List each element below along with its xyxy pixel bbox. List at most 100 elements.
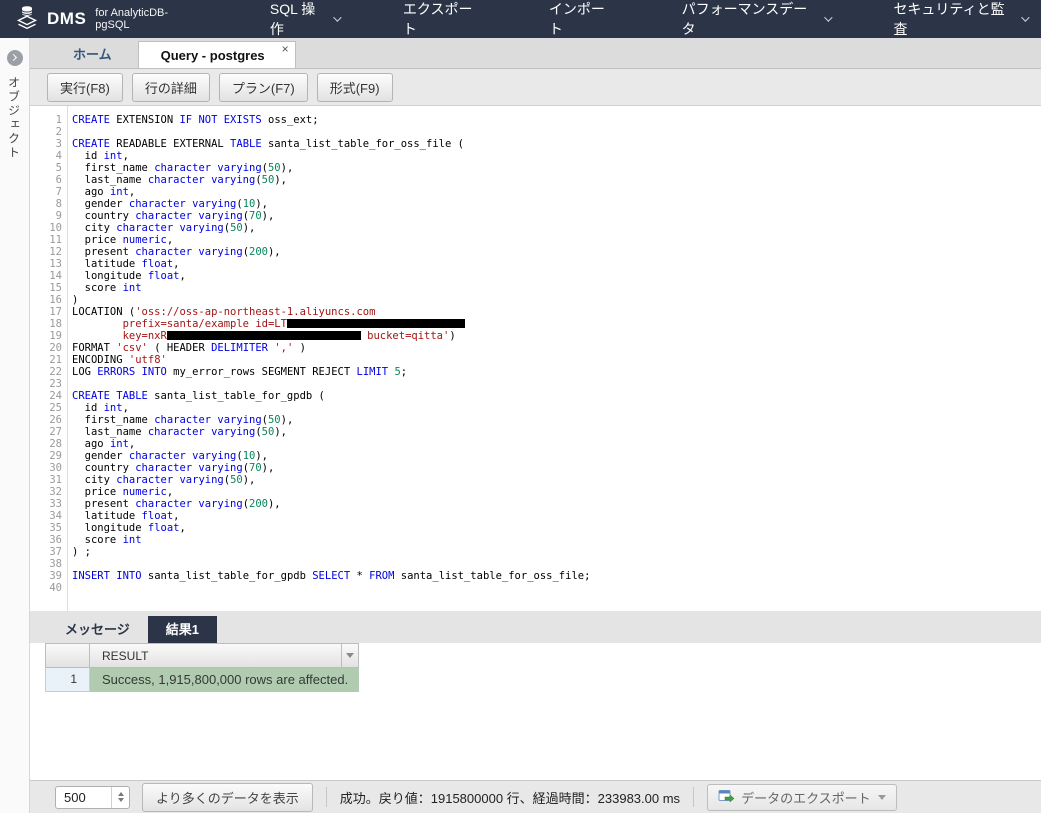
tab-home[interactable]: ホーム: [47, 41, 138, 68]
code-lines[interactable]: CREATE EXTENSION IF NOT EXISTS oss_ext; …: [72, 106, 1041, 611]
brand: DMS for AnalyticDB-pgSQL: [14, 4, 200, 35]
line-number: 40: [49, 582, 62, 594]
line-number: 22: [49, 366, 62, 378]
line-number: 33: [49, 498, 62, 510]
line-number: 28: [49, 438, 62, 450]
chevron-right-icon: [9, 53, 17, 62]
tab-messages[interactable]: メッセージ: [47, 616, 148, 643]
line-number: 25: [49, 402, 62, 414]
row-number-cell: 1: [45, 668, 90, 692]
line-number: 30: [49, 462, 62, 474]
code-line: longitude float,: [72, 522, 186, 534]
line-number: 19: [49, 330, 62, 342]
stepper-down-icon: [117, 798, 124, 802]
line-number: 24: [49, 390, 62, 402]
divider: [325, 787, 327, 807]
code-line: ago int,: [72, 186, 136, 198]
table-row[interactable]: 1 Success, 1,915,800,000 rows are affect…: [45, 668, 1041, 692]
code-line: ENCODING 'utf8': [72, 354, 167, 366]
results-grid-header: RESULT: [45, 643, 1041, 668]
line-number: 21: [49, 354, 62, 366]
results-empty-area: [30, 692, 1041, 780]
line-number: 37: [49, 546, 62, 558]
nav-item-performance-data[interactable]: パフォーマンスデータ: [682, 0, 833, 39]
line-number: 12: [49, 246, 62, 258]
result-column-header[interactable]: RESULT: [90, 643, 342, 668]
result-cell[interactable]: Success, 1,915,800,000 rows are affected…: [90, 668, 359, 692]
export-data-button[interactable]: データのエクスポート: [707, 783, 897, 811]
line-number: 15: [49, 282, 62, 294]
line-number: 29: [49, 450, 62, 462]
nav-menu: SQL 操作 エクスポート インポート パフォーマンスデータ セキュリティと監査: [270, 0, 1030, 39]
column-dropdown-button[interactable]: [342, 643, 359, 668]
code-line: price numeric,: [72, 486, 174, 498]
line-number: 4: [55, 150, 62, 162]
tab-query-postgres[interactable]: Query - postgres ×: [137, 41, 296, 68]
line-numbers: 1 2 3 4 5 6 7 8 9 10 11 12 13 14 15 16 17 18 19 20 21 22 23 24 2…: [30, 106, 68, 611]
plan-button[interactable]: プラン(F7): [218, 72, 308, 102]
line-number: 39: [49, 570, 62, 582]
sidebar-expand-button[interactable]: [6, 50, 23, 66]
line-number: 35: [49, 522, 62, 534]
code-line: CREATE TABLE santa_list_table_for_gpdb (: [72, 390, 325, 402]
dms-logo-icon: [14, 4, 40, 35]
nav-item-sql-operations[interactable]: SQL 操作: [270, 0, 342, 39]
code-line: first_name character varying(50),: [72, 162, 294, 174]
dropdown-arrow-icon: [346, 653, 354, 658]
line-number: 27: [49, 426, 62, 438]
redacted-text: [166, 331, 361, 340]
nav-item-import[interactable]: インポート: [549, 0, 618, 39]
code-line: score int: [72, 534, 142, 546]
code-line: id int,: [72, 150, 129, 162]
top-nav: DMS for AnalyticDB-pgSQL SQL 操作 エクスポート イ…: [0, 0, 1041, 38]
line-number: 13: [49, 258, 62, 270]
sidebar-objects-label[interactable]: オブジェクト: [7, 76, 23, 160]
code-line: country character varying(70),: [72, 462, 275, 474]
code-line: city character varying(50),: [72, 474, 256, 486]
line-number: 18: [49, 318, 62, 330]
main-panel: ホーム Query - postgres × 実行(F8) 行の詳細 プラン(F…: [30, 38, 1041, 813]
stepper-buttons[interactable]: [111, 786, 129, 808]
stepper-up-icon: [117, 792, 124, 796]
line-number: 2: [55, 126, 62, 138]
code-line: last_name character varying(50),: [72, 174, 287, 186]
code-line: price numeric,: [72, 234, 174, 246]
code-line: CREATE READABLE EXTERNAL TABLE santa_lis…: [72, 138, 464, 150]
execute-button[interactable]: 実行(F8): [47, 72, 123, 102]
code-line: longitude float,: [72, 270, 186, 282]
document-tabbar: ホーム Query - postgres ×: [30, 38, 1041, 69]
line-number: 20: [49, 342, 62, 354]
dropdown-arrow-icon: [877, 794, 886, 800]
sql-editor[interactable]: 1 2 3 4 5 6 7 8 9 10 11 12 13 14 15 16 17 18 19 20 21 22 23 24 2…: [30, 106, 1041, 611]
code-line: score int: [72, 282, 142, 294]
code-line: INSERT INTO santa_list_table_for_gpdb SE…: [72, 570, 591, 582]
nav-item-security-audit[interactable]: セキュリティと監査: [893, 0, 1030, 39]
divider: [693, 787, 695, 807]
results-grid: RESULT 1 Success, 1,915,800,000 rows are…: [45, 643, 1041, 692]
chevron-down-icon: [333, 13, 342, 22]
code-line: present character varying(200),: [72, 246, 281, 258]
code-line: latitude float,: [72, 510, 180, 522]
code-line: gender character varying(10),: [72, 198, 269, 210]
execution-status-text: 成功。戻り値：1915800000 行、経過時間：233983.00 ms: [339, 790, 681, 806]
close-icon[interactable]: ×: [282, 43, 289, 55]
line-number: 17: [49, 306, 62, 318]
line-number: 9: [55, 210, 62, 222]
page-size-value[interactable]: 500: [56, 790, 111, 805]
tab-result1[interactable]: 結果1: [147, 616, 217, 643]
code-line: id int,: [72, 402, 129, 414]
app-title: DMS: [47, 9, 87, 28]
export-data-icon: [718, 789, 735, 806]
code-line: LOG ERRORS INTO my_error_rows SEGMENT RE…: [72, 366, 408, 378]
nav-item-export[interactable]: エクスポート: [403, 0, 485, 39]
page-size-stepper[interactable]: 500: [55, 785, 130, 809]
format-button[interactable]: 形式(F9): [316, 72, 393, 102]
line-number: 36: [49, 534, 62, 546]
chevron-down-icon: [1021, 13, 1030, 22]
line-number: 14: [49, 270, 62, 282]
line-number: 1: [55, 114, 62, 126]
show-more-data-button[interactable]: より多くのデータを表示: [142, 782, 313, 812]
row-details-button[interactable]: 行の詳細: [131, 72, 210, 102]
